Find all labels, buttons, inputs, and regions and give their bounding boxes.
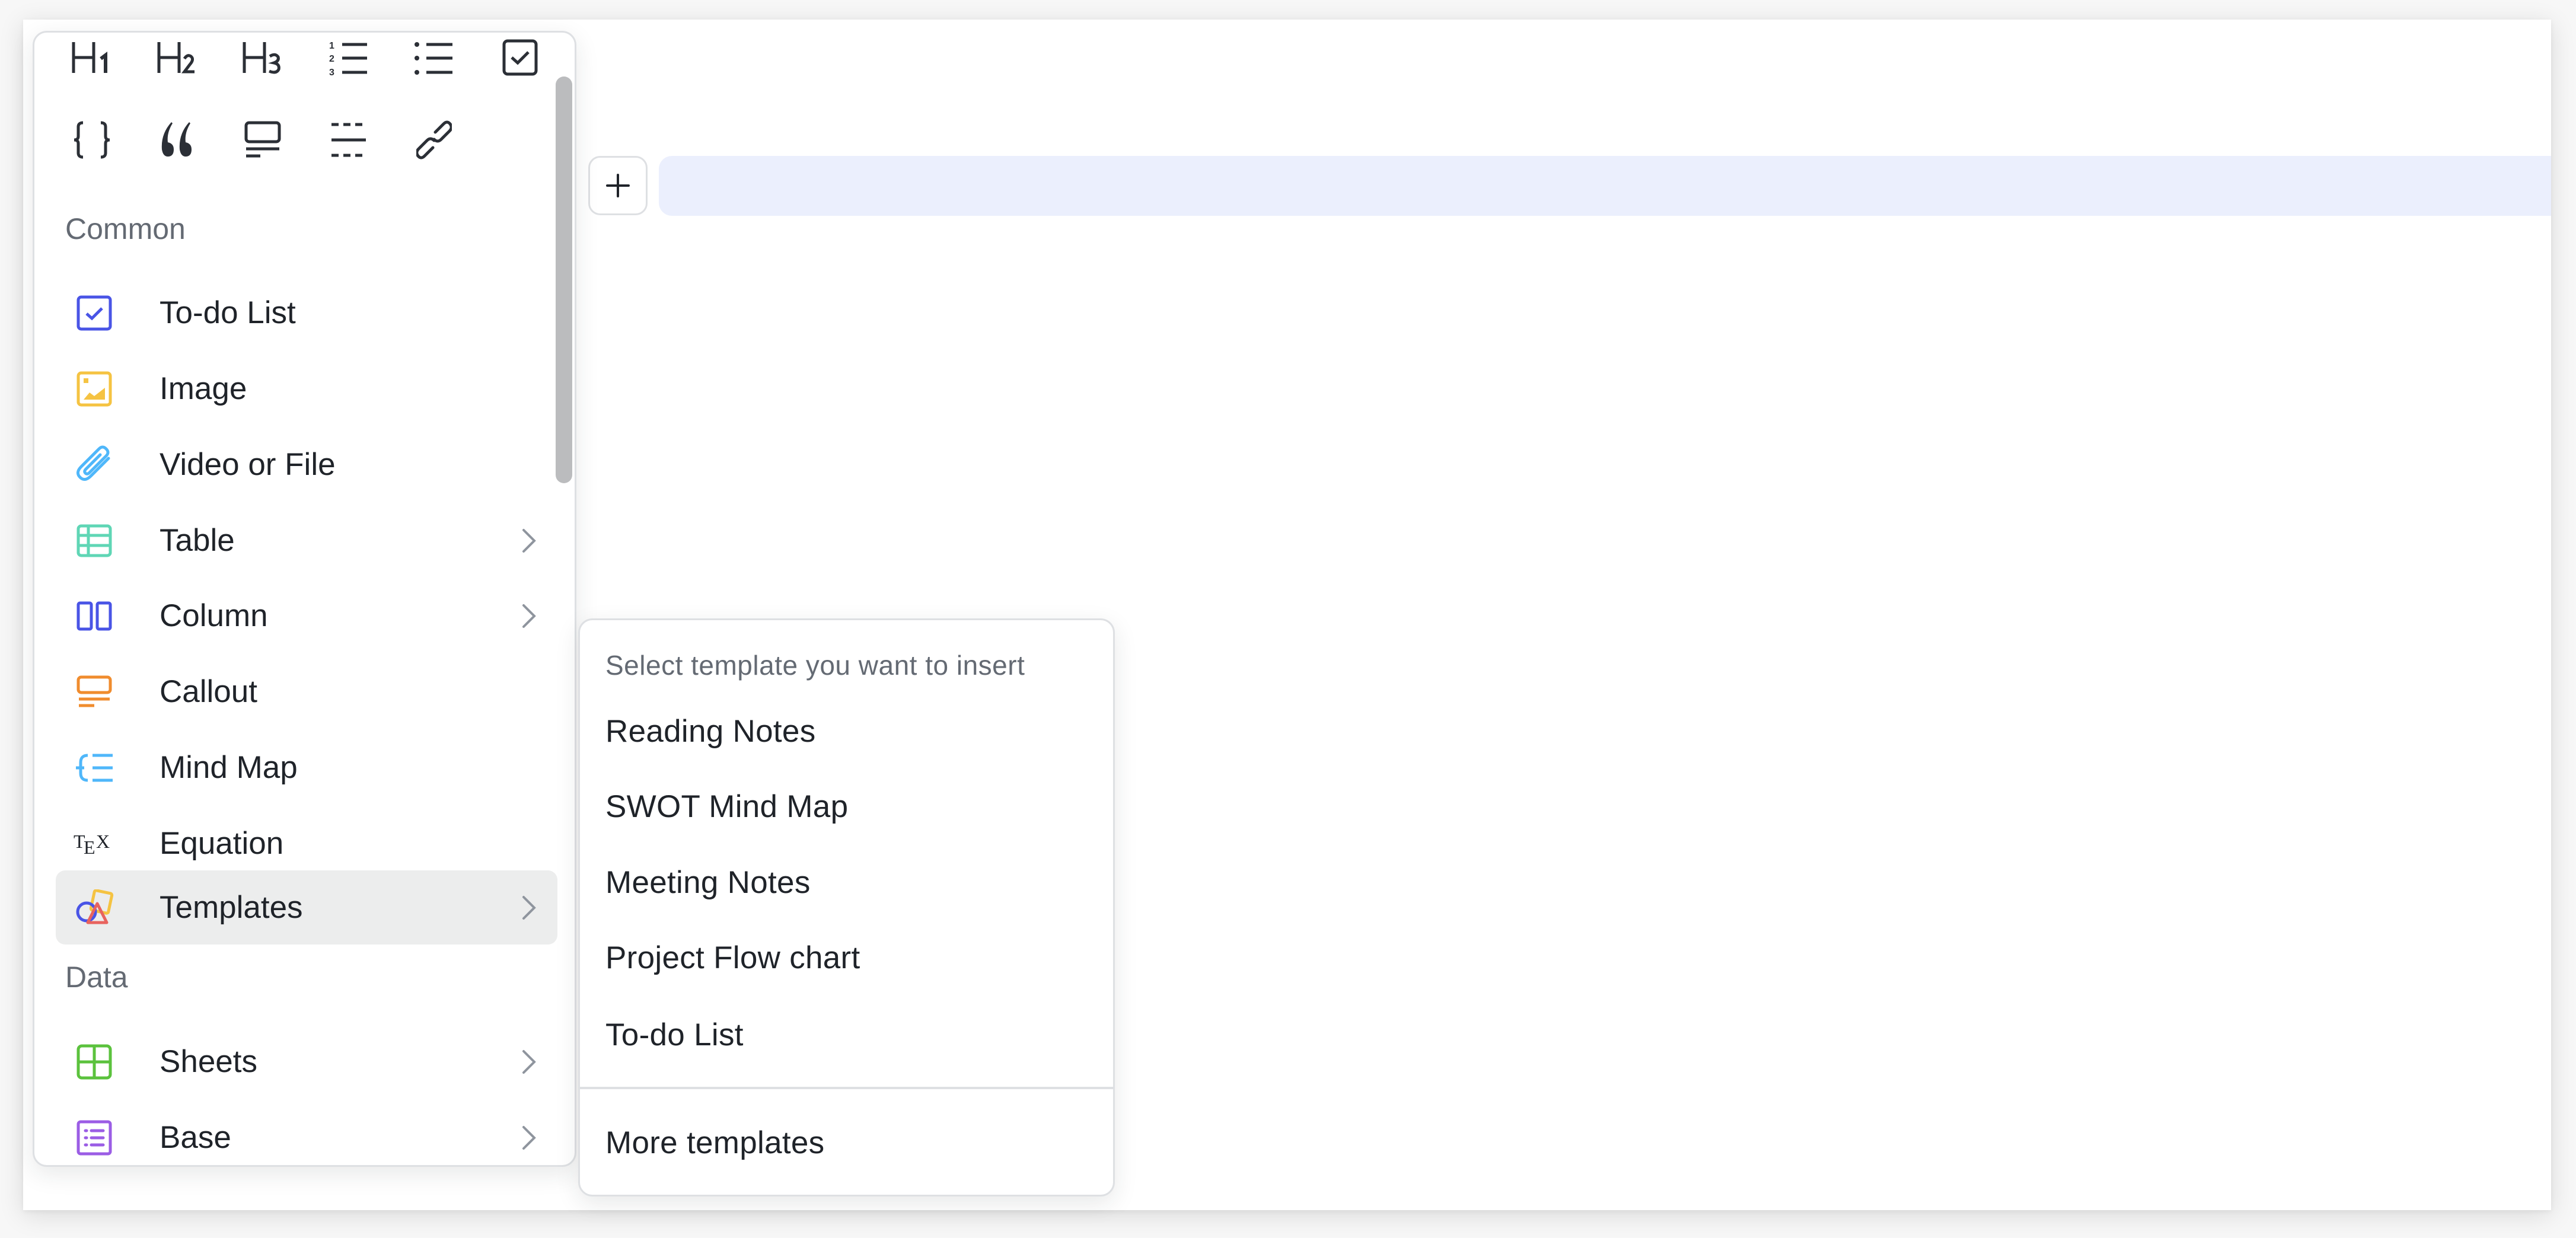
block-type-toolbar-row-2: [34, 116, 544, 164]
section-label-data: Data: [65, 961, 128, 994]
heading-1-button[interactable]: [62, 34, 122, 81]
template-item-swot-mind-map[interactable]: SWOT Mind Map: [580, 771, 1113, 843]
tex-icon: TEX: [74, 823, 115, 864]
menu-item-table[interactable]: Table: [56, 503, 557, 577]
template-item-label: Reading Notes: [605, 714, 816, 749]
quote-button[interactable]: [148, 116, 207, 164]
heading-1-icon: [72, 42, 107, 73]
checkbox-icon: [502, 39, 538, 76]
templates-submenu: Select template you want to insert Readi…: [578, 618, 1115, 1196]
divider-button[interactable]: [319, 116, 378, 164]
submenu-divider: [580, 1087, 1113, 1089]
menu-item-mind-map[interactable]: Mind Map: [56, 730, 557, 805]
templates-shapes-icon: [74, 887, 115, 928]
menu-item-label: Base: [160, 1119, 231, 1155]
code-braces-icon: [74, 121, 110, 159]
template-item-label: SWOT Mind Map: [605, 789, 849, 824]
heading-2-button[interactable]: [148, 34, 207, 81]
chevron-right-icon: [517, 890, 541, 926]
svg-text:3: 3: [329, 68, 334, 76]
svg-text:2: 2: [329, 54, 334, 64]
bullet-list-icon: [415, 42, 452, 75]
chevron-right-icon: [517, 1120, 541, 1156]
heading-3-icon: [243, 42, 280, 74]
block-type-toolbar-row-1: 1 2 3: [34, 34, 544, 81]
menu-item-label: Mind Map: [160, 749, 298, 785]
table-icon: [74, 520, 115, 561]
menu-item-image[interactable]: Image: [56, 352, 557, 426]
menu-item-label: Sheets: [160, 1044, 258, 1079]
heading-2-icon: [157, 42, 195, 74]
menu-item-base[interactable]: Base: [56, 1100, 557, 1165]
menu-item-video-or-file[interactable]: Video or File: [56, 427, 557, 502]
menu-item-label: Column: [160, 598, 268, 633]
svg-text:E: E: [84, 837, 95, 858]
chevron-right-icon: [517, 1044, 541, 1080]
insert-block-menu: 1 2 3 Common To-do List Image Video or F…: [33, 31, 576, 1167]
base-icon: [74, 1117, 115, 1159]
paperclip-icon: [74, 444, 115, 486]
menu-scrollbar[interactable]: [556, 76, 572, 483]
menu-item-label: Video or File: [160, 446, 336, 482]
mind-map-icon: [74, 747, 115, 789]
sheets-icon: [74, 1041, 115, 1083]
submenu-title: Select template you want to insert: [605, 650, 1025, 681]
add-block-button[interactable]: [588, 156, 648, 215]
template-item-meeting-notes[interactable]: Meeting Notes: [580, 847, 1113, 918]
callout-block-button[interactable]: [233, 116, 292, 164]
quote-icon: [161, 122, 192, 157]
heading-3-button[interactable]: [233, 34, 292, 81]
link-button[interactable]: [404, 116, 464, 164]
code-block-button[interactable]: [62, 116, 122, 164]
task-list-button[interactable]: [490, 34, 550, 81]
menu-item-callout[interactable]: Callout: [56, 655, 557, 729]
menu-item-label: Image: [160, 371, 247, 406]
template-item-label: Project Flow chart: [605, 940, 860, 975]
menu-item-templates[interactable]: Templates: [56, 870, 557, 945]
ordered-list-icon: 1 2 3: [329, 41, 367, 76]
menu-item-equation[interactable]: TEX Equation: [56, 806, 557, 880]
template-item-todo-list[interactable]: To-do List: [580, 1000, 1113, 1071]
callout-icon: [74, 671, 115, 713]
menu-item-todo-list[interactable]: To-do List: [56, 276, 557, 350]
template-item-project-flow-chart[interactable]: Project Flow chart: [580, 923, 1113, 994]
todo-checkbox-icon: [74, 292, 115, 334]
menu-item-label: Templates: [160, 889, 303, 925]
menu-item-label: Equation: [160, 825, 284, 861]
plus-icon: [606, 174, 630, 197]
menu-item-sheets[interactable]: Sheets: [56, 1025, 557, 1099]
callout-icon: [244, 121, 281, 158]
image-icon: [74, 368, 115, 410]
divider-icon: [331, 123, 366, 157]
menu-item-label: Table: [160, 522, 235, 558]
more-templates-button[interactable]: More templates: [580, 1108, 1113, 1179]
bullet-list-button[interactable]: [404, 34, 464, 81]
menu-item-label: To-do List: [160, 295, 296, 330]
more-templates-label: More templates: [605, 1125, 825, 1160]
svg-text:X: X: [96, 831, 110, 852]
template-item-label: Meeting Notes: [605, 865, 811, 900]
template-item-reading-notes[interactable]: Reading Notes: [580, 696, 1113, 767]
link-icon: [416, 120, 452, 159]
chevron-right-icon: [517, 598, 541, 634]
ordered-list-button[interactable]: 1 2 3: [319, 34, 378, 81]
svg-text:1: 1: [329, 41, 334, 51]
menu-item-column[interactable]: Column: [56, 579, 557, 653]
template-item-label: To-do List: [605, 1017, 744, 1052]
selected-block[interactable]: [659, 156, 2551, 216]
section-label-common: Common: [65, 212, 186, 245]
chevron-right-icon: [517, 523, 541, 559]
menu-item-label: Callout: [160, 674, 257, 709]
column-icon: [74, 595, 115, 637]
